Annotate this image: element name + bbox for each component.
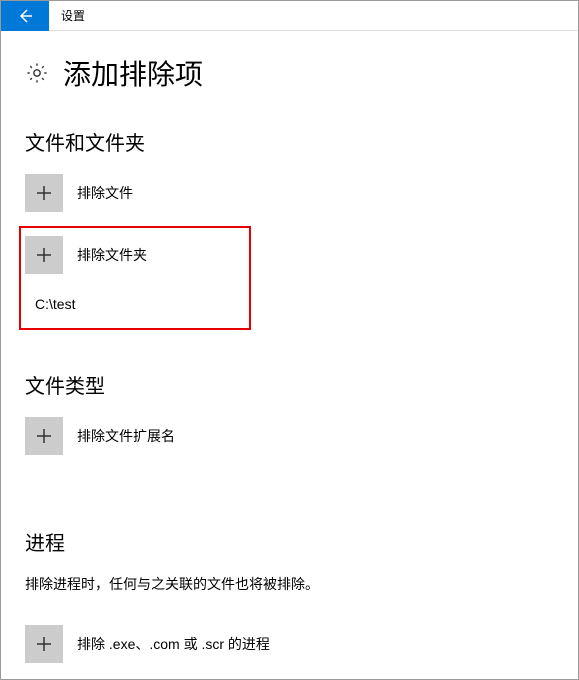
section-title-processes: 进程 (25, 527, 554, 556)
add-process-button[interactable] (25, 625, 63, 663)
add-file-label: 排除文件 (77, 183, 133, 203)
add-extension-button[interactable] (25, 417, 63, 455)
content: 添加排除项 文件和文件夹 排除文件 排除文件夹 C:\test (1, 31, 578, 663)
add-folder-label: 排除文件夹 (77, 245, 147, 265)
add-extension-label: 排除文件扩展名 (77, 426, 175, 446)
section-files-folders: 文件和文件夹 排除文件 排除文件夹 C:\test (25, 127, 554, 330)
processes-description: 排除进程时，任何与之关联的文件也将被排除。 (25, 574, 554, 595)
section-title-files: 文件和文件夹 (25, 127, 554, 156)
add-process-row[interactable]: 排除 .exe、.com 或 .scr 的进程 (25, 625, 554, 663)
arrow-left-icon (17, 8, 33, 24)
back-button[interactable] (1, 1, 49, 31)
add-extension-row[interactable]: 排除文件扩展名 (25, 417, 554, 455)
add-process-label: 排除 .exe、.com 或 .scr 的进程 (77, 634, 270, 654)
titlebar: 设置 (1, 1, 578, 31)
page-title: 添加排除项 (63, 53, 203, 93)
add-file-button[interactable] (25, 174, 63, 212)
add-folder-row[interactable]: 排除文件夹 (25, 236, 243, 274)
plus-icon (36, 185, 52, 201)
section-title-types: 文件类型 (25, 370, 554, 399)
page-header: 添加排除项 (25, 53, 554, 93)
window-title: 设置 (61, 7, 85, 24)
plus-icon (36, 636, 52, 652)
plus-icon (36, 247, 52, 263)
folder-exclusion-item[interactable]: C:\test (35, 296, 243, 312)
section-file-types: 文件类型 排除文件扩展名 (25, 370, 554, 455)
plus-icon (36, 428, 52, 444)
add-file-row[interactable]: 排除文件 (25, 174, 554, 212)
add-folder-button[interactable] (25, 236, 63, 274)
section-processes: 进程 排除进程时，任何与之关联的文件也将被排除。 排除 .exe、.com 或 … (25, 527, 554, 663)
highlight-box: 排除文件夹 C:\test (19, 226, 251, 330)
gear-icon (25, 61, 49, 85)
